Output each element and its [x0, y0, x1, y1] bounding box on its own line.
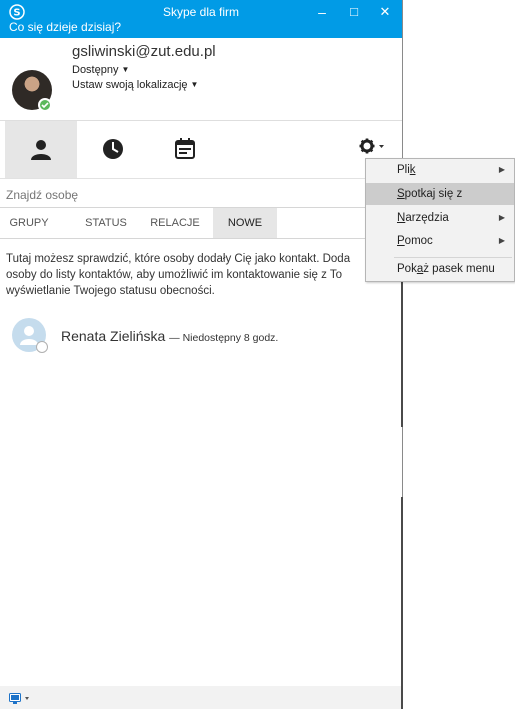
conversations-icon [103, 139, 123, 159]
presence-available-icon [38, 98, 52, 112]
contact-name: Renata Zielińska — Niedostępny 8 godz. [61, 328, 278, 344]
tab-contacts[interactable] [5, 121, 77, 178]
menu-item-show-menu-bar[interactable]: Pokaż pasek menu [366, 258, 514, 280]
menu-item-file[interactable]: Plik ▶ [366, 159, 514, 181]
tab-meetings[interactable] [149, 121, 221, 178]
menu-item-help[interactable]: Pomoc ▶ [366, 230, 514, 252]
tab-new[interactable]: NOWE [213, 208, 277, 238]
menu-label-accesskey: P [397, 235, 405, 247]
mood-message-input[interactable]: Co się dzieje dzisiaj? [9, 20, 121, 34]
search-bar [0, 180, 402, 208]
menu-label-part: omoc [404, 235, 433, 247]
bottom-bar [0, 686, 402, 709]
info-line: Tutaj możesz sprawdzić, które osoby doda… [6, 253, 351, 265]
tab-status[interactable]: STATUS [74, 208, 138, 238]
menu-item-meet-now[interactable]: Spotkaj się z [366, 183, 514, 205]
options-menu-button[interactable] [359, 138, 387, 159]
contact-status: — Niedostępny 8 godz. [169, 332, 279, 344]
contact-group-tabs: GRUPY STATUS RELACJE NOWE [0, 208, 402, 239]
contact-list-item[interactable]: Renata Zielińska — Niedostępny 8 godz. [0, 315, 402, 355]
title-bar: S Skype dla firm – □ ✕ Co się dzieje dzi… [0, 0, 402, 38]
devices-icon[interactable] [9, 693, 35, 705]
menu-label-part: ż pasek menu [423, 263, 495, 275]
contacts-icon [31, 140, 51, 160]
tab-conversations[interactable] [77, 121, 149, 178]
info-line: wyświetlanie Twojego statusu obecności. [6, 285, 215, 297]
caret-down-icon: ▼ [190, 80, 199, 89]
user-email: gsliwinski@zut.edu.pl [72, 43, 216, 60]
location-label: Ustaw swoją lokalizację [72, 79, 188, 91]
maximize-button[interactable]: □ [343, 3, 365, 21]
location-dropdown[interactable]: Ustaw swoją lokalizację ▼ [72, 79, 198, 91]
contact-name-text: Renata Zielińska [61, 328, 166, 344]
caret-down-icon: ▼ [121, 65, 130, 74]
gear-icon [359, 138, 384, 154]
tab-groups[interactable]: GRUPY [0, 208, 58, 238]
chevron-right-icon: ▶ [498, 236, 505, 245]
presence-offline-icon [36, 341, 48, 353]
new-contacts-info: Tutaj możesz sprawdzić, które osoby doda… [6, 251, 400, 299]
minimize-button[interactable]: – [311, 3, 333, 21]
menu-item-tools[interactable]: Narzędzia ▶ [366, 207, 514, 229]
main-tabs [0, 121, 402, 179]
search-input[interactable] [6, 186, 346, 204]
info-line: osoby do listy kontaktów, aby umożliwić … [6, 269, 342, 281]
options-dropdown-menu: Plik ▶ Spotkaj się z Narzędzia ▶ Pomoc ▶… [365, 158, 515, 282]
window-edge-line [401, 497, 403, 709]
skype-main-window: S Skype dla firm – □ ✕ Co się dzieje dzi… [0, 0, 403, 709]
menu-label-accesskey: k [409, 164, 416, 176]
menu-label-part: potkaj się z [404, 188, 463, 200]
availability-label: Dostępny [72, 64, 119, 76]
menu-label-accesskey: S [397, 188, 405, 200]
window-edge-line [401, 282, 403, 427]
tab-relationships[interactable]: RELACJE [142, 208, 208, 238]
availability-dropdown[interactable]: Dostępny ▼ [72, 64, 129, 76]
meetings-icon [175, 138, 195, 159]
menu-label-part: Pok [397, 263, 417, 275]
chevron-right-icon: ▶ [498, 213, 505, 222]
window-title: Skype dla firm [162, 5, 240, 19]
menu-label-part: Pli [397, 164, 410, 176]
menu-label-part: arzędzia [405, 212, 449, 224]
close-button[interactable]: ✕ [374, 3, 396, 21]
chevron-right-icon: ▶ [498, 165, 505, 174]
